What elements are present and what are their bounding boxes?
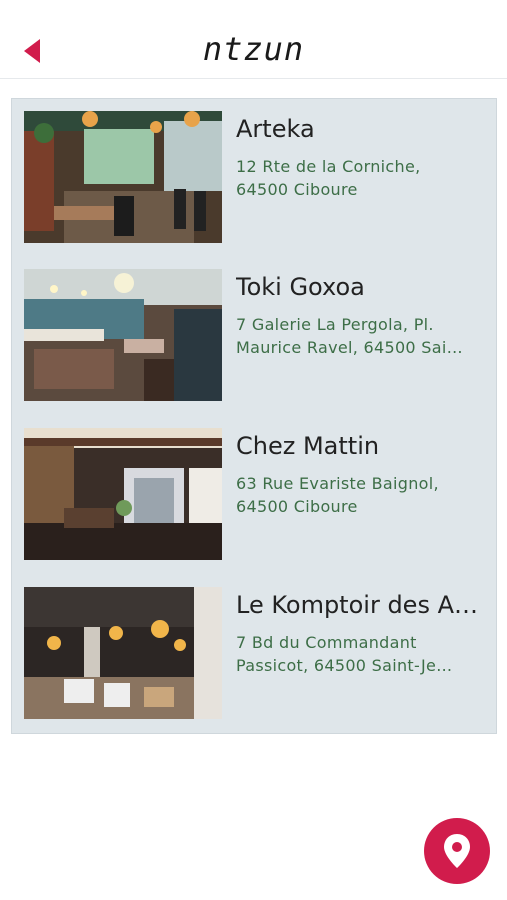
restaurant-card[interactable]: Le Komptoir des Amis 7 Bd du Commandant … — [12, 575, 496, 733]
map-pin-icon — [444, 834, 470, 868]
screen: ntzun Arteka 12 Rte de la Corniche, 6450… — [0, 0, 507, 900]
restaurant-address: 7 Bd du Commandant Passicot, 64500 Saint… — [236, 631, 486, 677]
restaurant-address: 12 Rte de la Corniche, 64500 Ciboure — [236, 155, 486, 201]
map-view-button[interactable] — [424, 818, 490, 884]
address-line-1: 12 Rte de la Corniche, — [236, 157, 421, 176]
app-title: ntzun — [202, 30, 305, 68]
address-line-2: Maurice Ravel, 64500 Sai… — [236, 338, 463, 357]
restaurant-list: Arteka 12 Rte de la Corniche, 64500 Cibo… — [11, 98, 497, 734]
address-line-1: 7 Bd du Commandant — [236, 633, 417, 652]
restaurant-name: Arteka — [236, 115, 315, 143]
restaurant-photo — [24, 111, 222, 243]
restaurant-card[interactable]: Toki Goxoa 7 Galerie La Pergola, Pl. Mau… — [12, 257, 496, 415]
restaurant-card[interactable]: Chez Mattin 63 Rue Evariste Baignol, 645… — [12, 416, 496, 574]
restaurant-name: Chez Mattin — [236, 432, 380, 460]
app-header: ntzun — [0, 0, 507, 79]
restaurant-name: Le Komptoir des Amis — [236, 591, 488, 619]
address-line-2: 64500 Ciboure — [236, 497, 358, 516]
restaurant-photo — [24, 269, 222, 401]
restaurant-name: Toki Goxoa — [236, 273, 365, 301]
address-line-2: 64500 Ciboure — [236, 180, 358, 199]
restaurant-photo — [24, 428, 222, 560]
address-line-1: 7 Galerie La Pergola, Pl. — [236, 315, 434, 334]
restaurant-address: 63 Rue Evariste Baignol, 64500 Ciboure — [236, 472, 486, 518]
address-line-1: 63 Rue Evariste Baignol, — [236, 474, 439, 493]
address-line-2: Passicot, 64500 Saint-Je… — [236, 656, 453, 675]
restaurant-address: 7 Galerie La Pergola, Pl. Maurice Ravel,… — [236, 313, 486, 359]
restaurant-photo — [24, 587, 222, 719]
restaurant-card[interactable]: Arteka 12 Rte de la Corniche, 64500 Cibo… — [12, 99, 496, 257]
